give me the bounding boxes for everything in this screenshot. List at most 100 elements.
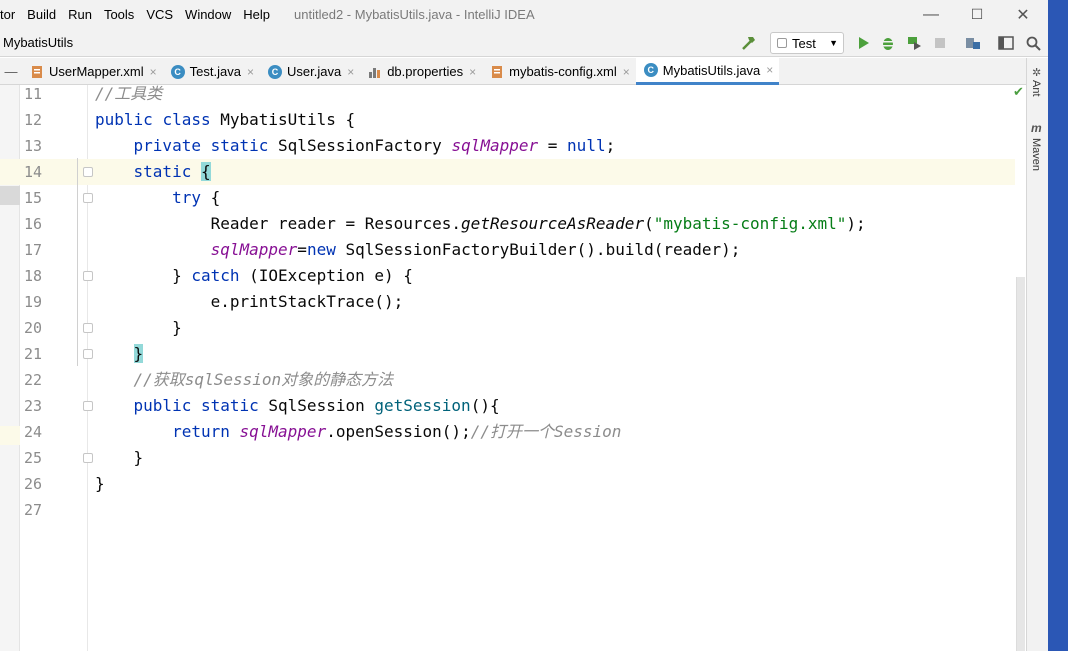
search-icon[interactable] [1023,33,1043,53]
run-config-label: Test [792,35,816,51]
code-text[interactable]: e.printStackTrace(); [95,289,404,315]
line-number: 21 [24,345,43,363]
code-line[interactable]: 24 return sqlMapper.openSession();//打开一个… [0,419,1015,445]
line-number: 13 [24,137,43,155]
tab-label: UserMapper.xml [49,64,144,79]
code-line[interactable]: 16 Reader reader = Resources.getResource… [0,211,1015,237]
code-text[interactable]: static { [95,159,211,185]
maven-tool-button[interactable]: Maven [1030,138,1042,171]
code-text[interactable]: public static SqlSession getSession(){ [95,393,500,419]
desktop-background [1048,0,1068,651]
menu-navigate[interactable]: tor [0,7,21,22]
code-text[interactable]: //获取sqlSession对象的静态方法 [95,367,394,393]
code-text[interactable]: //工具类 [95,81,162,107]
fold-marker-icon[interactable] [83,401,93,411]
menu-tools[interactable]: Tools [98,7,140,22]
code-line[interactable]: 19 e.printStackTrace(); [0,289,1015,315]
menu-run[interactable]: Run [62,7,98,22]
run-config-icon [777,38,787,48]
code-text[interactable]: } [95,471,105,497]
close-tab-icon[interactable]: × [766,63,773,77]
code-text[interactable]: public class MybatisUtils { [95,107,355,133]
code-text[interactable]: private static SqlSessionFactory sqlMapp… [95,133,616,159]
ant-tool-button[interactable]: Ant [1030,80,1042,97]
code-line[interactable]: 20 } [0,315,1015,341]
scrollbar-thumb[interactable] [1016,277,1025,651]
menu-vcs[interactable]: VCS [140,7,179,22]
code-text[interactable]: return sqlMapper.openSession();//打开一个Ses… [95,419,621,445]
navigation-bar: MybatisUtils Test ▼ [0,29,1048,57]
minimize-button[interactable]: — [908,0,954,29]
code-line[interactable]: 15 try { [0,185,1015,211]
line-number: 20 [24,319,43,337]
run-icon[interactable] [853,33,873,53]
close-tab-icon[interactable]: × [469,65,476,79]
tab-label: MybatisUtils.java [662,62,761,78]
code-text[interactable]: sqlMapper=new SqlSessionFactoryBuilder()… [95,237,741,263]
java-class-icon: C [643,63,658,77]
close-tab-icon[interactable]: × [247,65,254,79]
code-line[interactable]: 23 public static SqlSession getSession()… [0,393,1015,419]
code-line[interactable]: 22 //获取sqlSession对象的静态方法 [0,367,1015,393]
line-number: 15 [24,189,43,207]
code-text[interactable]: Reader reader = Resources.getResourceAsR… [95,211,866,237]
line-number: 12 [24,111,43,129]
tab-label: db.properties [387,64,464,79]
xml-file-icon [30,65,44,79]
fold-marker-icon[interactable] [83,193,93,203]
menu-build[interactable]: Build [21,7,62,22]
maven-icon: m [1031,121,1042,135]
code-text[interactable]: } [95,445,144,471]
tab-label: Test.java [189,64,241,79]
fold-marker-icon[interactable] [83,167,93,177]
line-number: 26 [24,475,43,493]
code-line[interactable]: 26} [0,471,1015,497]
code-line[interactable]: 11 //工具类 [0,81,1015,107]
tab-label: User.java [286,64,342,79]
java-class-icon: C [267,64,282,79]
fold-marker-icon[interactable] [83,271,93,281]
tab-label: mybatis-config.xml [509,64,617,79]
xml-file-icon [490,65,504,79]
menu-window[interactable]: Window [179,7,237,22]
scope-indicator-line [77,158,78,366]
line-number: 25 [24,449,43,467]
close-tab-icon[interactable]: × [347,65,354,79]
code-line[interactable]: 13 private static SqlSessionFactory sqlM… [0,133,1015,159]
stop-icon[interactable] [930,33,950,53]
code-line[interactable]: 27 [0,497,1015,523]
line-number: 11 [24,85,43,103]
coverage-icon[interactable] [904,33,924,53]
code-text[interactable]: } catch (IOException e) { [95,263,413,289]
line-number: 22 [24,371,43,389]
line-number: 24 [24,423,43,441]
layout-icon[interactable] [996,33,1016,53]
code-line[interactable]: 12 public class MybatisUtils { [0,107,1015,133]
maximize-button[interactable]: ☐ [954,0,1000,29]
code-line[interactable]: 17 sqlMapper=new SqlSessionFactoryBuilde… [0,237,1015,263]
run-configuration-select[interactable]: Test ▼ [770,32,844,54]
hammer-icon[interactable] [739,33,759,53]
debug-icon[interactable] [878,33,898,53]
close-window-button[interactable]: ✕ [1000,0,1046,29]
close-tab-icon[interactable]: × [623,65,630,79]
project-structure-icon[interactable] [963,33,983,53]
code-text[interactable]: } [95,315,182,341]
code-line[interactable]: 21 } [0,341,1015,367]
ant-icon: ✲ [1032,67,1042,79]
fold-marker-icon[interactable] [83,323,93,333]
breadcrumb[interactable]: MybatisUtils [0,35,73,50]
menu-help[interactable]: Help [237,7,276,22]
java-test-class-icon: C [170,64,185,79]
code-text[interactable]: try { [95,185,220,211]
code-text[interactable]: } [95,341,144,367]
fold-marker-icon[interactable] [83,453,93,463]
code-line[interactable]: 25 } [0,445,1015,471]
line-number: 18 [24,267,43,285]
close-tab-icon[interactable]: × [150,65,157,79]
code-line[interactable]: 18 } catch (IOException e) { [0,263,1015,289]
menu-bar: tor Build Run Tools VCS Window Help unti… [0,0,1048,29]
code-line[interactable]: 14 static { [0,159,1015,185]
fold-marker-icon[interactable] [83,349,93,359]
line-number: 17 [24,241,43,259]
